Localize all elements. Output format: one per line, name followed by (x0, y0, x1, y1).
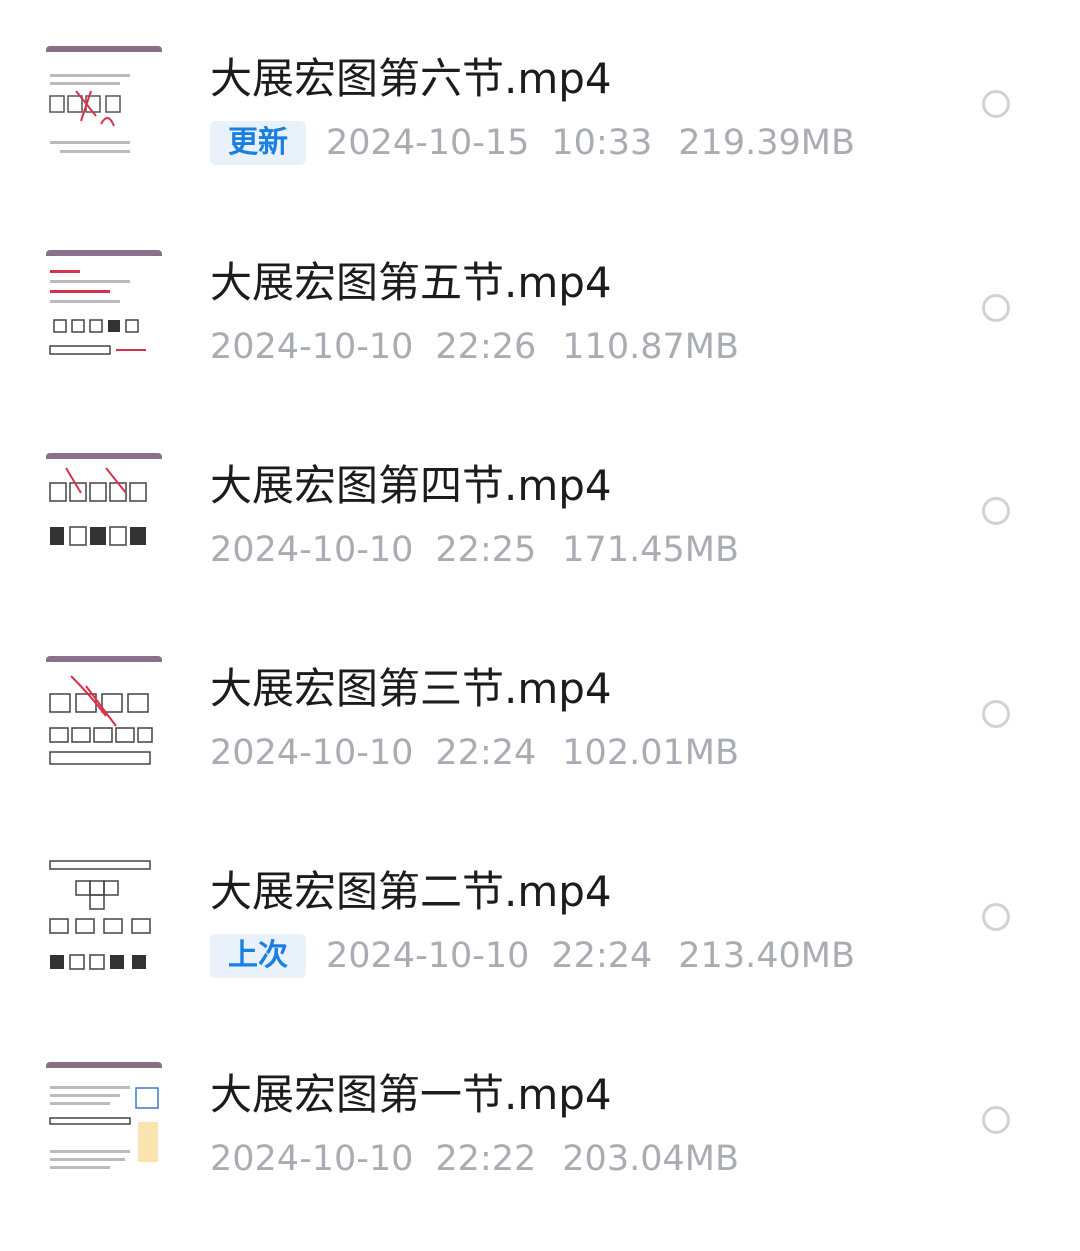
file-time: 10:33 (551, 123, 653, 163)
file-size: 110.87MB (562, 327, 739, 367)
list-item[interactable]: 大展宏图第一节.mp4 2024-10-10 22:22 203.04MB (0, 1062, 1080, 1242)
file-meta: 2024-10-10 22:26 110.87MB (210, 322, 739, 372)
file-name[interactable]: 大展宏图第一节.mp4 (210, 1070, 612, 1120)
list-item[interactable]: 大展宏图第四节.mp4 2024-10-10 22:25 171.45MB (0, 453, 1080, 633)
file-time: 22:22 (435, 1139, 537, 1179)
file-date: 2024-10-10 (210, 327, 414, 367)
file-size: 203.04MB (562, 1139, 739, 1179)
radio-circle-icon[interactable] (982, 903, 1010, 931)
file-name[interactable]: 大展宏图第二节.mp4 (210, 867, 612, 917)
file-meta: 上次 2024-10-10 22:24 213.40MB (210, 931, 855, 981)
status-badge: 上次 (210, 934, 306, 978)
radio-circle-icon[interactable] (982, 1106, 1010, 1134)
list-item[interactable]: 大展宏图第二节.mp4 上次 2024-10-10 22:24 213.40MB (0, 859, 1080, 1039)
list-item[interactable]: 大展宏图第五节.mp4 2024-10-10 22:26 110.87MB (0, 250, 1080, 430)
file-size: 219.39MB (678, 123, 855, 163)
list-item[interactable]: 大展宏图第三节.mp4 2024-10-10 22:24 102.01MB (0, 656, 1080, 836)
file-meta: 2024-10-10 22:24 102.01MB (210, 728, 739, 778)
file-meta: 2024-10-10 22:22 203.04MB (210, 1134, 739, 1184)
radio-circle-icon[interactable] (982, 700, 1010, 728)
file-list: 大展宏图第六节.mp4 更新 2024-10-15 10:33 219.39MB (0, 0, 1080, 1251)
radio-circle-icon[interactable] (982, 497, 1010, 525)
file-size: 213.40MB (678, 936, 855, 976)
video-thumbnail[interactable] (46, 46, 162, 162)
file-time: 22:26 (435, 327, 537, 367)
radio-circle-icon[interactable] (982, 90, 1010, 118)
file-name[interactable]: 大展宏图第三节.mp4 (210, 664, 612, 714)
status-badge: 更新 (210, 121, 306, 165)
file-size: 102.01MB (562, 733, 739, 773)
video-thumbnail[interactable] (46, 453, 162, 569)
file-name[interactable]: 大展宏图第六节.mp4 (210, 54, 612, 104)
file-date: 2024-10-10 (210, 733, 414, 773)
file-time: 22:24 (435, 733, 537, 773)
file-size: 171.45MB (562, 530, 739, 570)
file-date: 2024-10-10 (326, 936, 530, 976)
file-name[interactable]: 大展宏图第五节.mp4 (210, 258, 612, 308)
video-thumbnail[interactable] (46, 1062, 162, 1178)
file-meta: 2024-10-10 22:25 171.45MB (210, 525, 739, 575)
file-time: 22:25 (435, 530, 537, 570)
radio-circle-icon[interactable] (982, 294, 1010, 322)
file-name[interactable]: 大展宏图第四节.mp4 (210, 461, 612, 511)
file-date: 2024-10-10 (210, 1139, 414, 1179)
file-date: 2024-10-10 (210, 530, 414, 570)
video-thumbnail[interactable] (46, 250, 162, 366)
video-thumbnail[interactable] (46, 656, 162, 772)
file-meta: 更新 2024-10-15 10:33 219.39MB (210, 118, 855, 168)
file-time: 22:24 (551, 936, 653, 976)
video-thumbnail[interactable] (46, 859, 162, 975)
list-item[interactable]: 大展宏图第六节.mp4 更新 2024-10-15 10:33 219.39MB (0, 46, 1080, 226)
file-date: 2024-10-15 (326, 123, 530, 163)
